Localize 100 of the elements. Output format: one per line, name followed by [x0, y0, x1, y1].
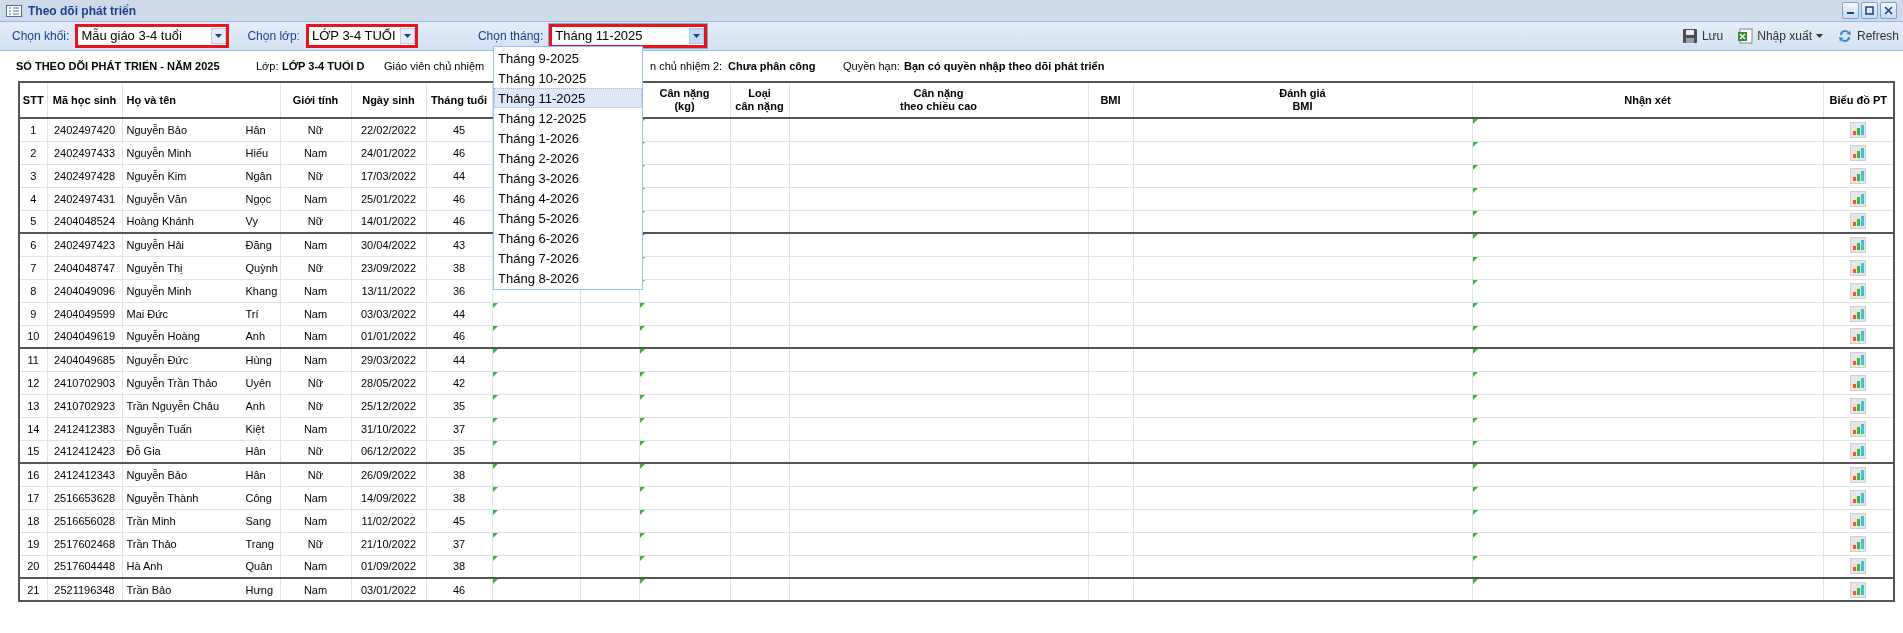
- table-cell: Nữ: [280, 118, 351, 141]
- table-cell: 2402497428: [47, 164, 122, 187]
- given-name-text: Hân: [245, 122, 266, 137]
- family-name-text: Nguyễn Minh: [126, 146, 192, 159]
- chart-button[interactable]: [1850, 512, 1867, 529]
- chart-button[interactable]: [1850, 236, 1867, 253]
- table-cell: 46: [426, 578, 492, 601]
- maximize-button[interactable]: [1861, 2, 1878, 19]
- chart-button[interactable]: [1850, 213, 1867, 230]
- dropdown-option[interactable]: Tháng 3-2026: [494, 168, 642, 188]
- table-cell: Nữ: [280, 532, 351, 555]
- refresh-button[interactable]: Refresh: [1836, 27, 1899, 45]
- table-cell: 38: [426, 486, 492, 509]
- chart-button[interactable]: [1850, 374, 1867, 391]
- header-cell: Loại cân nặng: [730, 82, 789, 118]
- dropdown-option[interactable]: Tháng 9-2025: [494, 48, 642, 68]
- chart-button[interactable]: [1850, 397, 1867, 414]
- refresh-icon: [1836, 28, 1853, 44]
- table-cell: Nam: [280, 279, 351, 302]
- save-button[interactable]: Lưu: [1681, 27, 1724, 45]
- spreadsheet-icon: [1737, 28, 1754, 44]
- given-name-text: Vy: [245, 214, 258, 229]
- corner-marker: [639, 486, 645, 492]
- chart-button[interactable]: [1850, 167, 1867, 184]
- table-cell: 38: [426, 463, 492, 486]
- chart-button[interactable]: [1850, 489, 1867, 506]
- dropdown-option[interactable]: Tháng 1-2026: [494, 128, 642, 148]
- corner-marker: [1472, 210, 1478, 216]
- family-name-text: Nguyễn Minh: [126, 284, 192, 297]
- close-button[interactable]: [1880, 2, 1897, 19]
- table-cell: Nam: [280, 509, 351, 532]
- dropdown-option[interactable]: Tháng 2-2026: [494, 148, 642, 168]
- bar-chart-icon: [1852, 147, 1864, 158]
- chart-button[interactable]: [1850, 190, 1867, 207]
- chart-button[interactable]: [1850, 328, 1867, 345]
- select-field[interactable]: Mẫu giáo 3-4 tuổi: [75, 24, 230, 48]
- table-cell: 37: [426, 417, 492, 440]
- table-cell: 17/03/2022: [351, 164, 426, 187]
- chart-button[interactable]: [1850, 144, 1867, 161]
- window-icon: [6, 4, 22, 17]
- table-cell: 35: [426, 394, 492, 417]
- given-name-text: Trí: [245, 306, 259, 321]
- table-cell: 46: [426, 141, 492, 164]
- family-name-text: Nguyễn Thành: [126, 491, 199, 504]
- corner-marker: [1472, 532, 1478, 538]
- given-name-text: Đăng: [245, 237, 272, 252]
- chart-button[interactable]: [1850, 351, 1867, 368]
- chart-button[interactable]: [1850, 121, 1867, 138]
- dropdown-option[interactable]: Tháng 8-2026: [494, 268, 642, 288]
- corner-marker: [1472, 119, 1478, 124]
- dropdown-option[interactable]: Tháng 10-2025: [494, 68, 642, 88]
- table-cell: Nam: [280, 325, 351, 348]
- chart-button[interactable]: [1850, 305, 1867, 322]
- import-export-button[interactable]: Nhập xuất: [1737, 27, 1823, 45]
- table-cell: 9: [19, 302, 47, 325]
- header-cell: Đánh giá BMI: [1133, 82, 1472, 118]
- family-name-text: Nguyễn Trần Thảo: [126, 376, 218, 389]
- bar-chart-icon: [1852, 285, 1864, 296]
- table-cell: 2516656028: [47, 509, 122, 532]
- corner-marker: [492, 349, 498, 354]
- corner-marker: [1472, 349, 1478, 354]
- table-cell: 2402497420: [47, 118, 122, 141]
- dropdown-option[interactable]: Tháng 4-2026: [494, 188, 642, 208]
- dropdown-option[interactable]: Tháng 6-2026: [494, 228, 642, 248]
- table-cell: 25/12/2022: [351, 394, 426, 417]
- family-name-text: Nguyễn Hải: [126, 238, 184, 251]
- table-cell: 16: [19, 463, 47, 486]
- corner-marker: [492, 371, 498, 377]
- chart-button[interactable]: [1850, 443, 1867, 460]
- table-cell: 46: [426, 210, 492, 233]
- dropdown-option[interactable]: Tháng 12-2025: [494, 108, 642, 128]
- chart-button[interactable]: [1850, 466, 1867, 483]
- given-name-text: Hưng: [245, 582, 274, 597]
- corner-marker: [492, 509, 498, 515]
- chart-button[interactable]: [1850, 558, 1867, 575]
- bar-chart-icon: [1852, 262, 1864, 273]
- bar-chart-icon: [1852, 446, 1864, 457]
- chart-button[interactable]: [1850, 420, 1867, 437]
- select-field[interactable]: LỚP 3-4 TUỔI: [305, 24, 418, 48]
- header-cell: STT: [19, 82, 47, 118]
- chart-button[interactable]: [1850, 282, 1867, 299]
- chart-button[interactable]: [1850, 581, 1867, 598]
- table-cell: 20: [19, 555, 47, 578]
- table-cell: 28/05/2022: [351, 371, 426, 394]
- bar-chart-icon: [1852, 193, 1864, 204]
- minimize-button[interactable]: [1842, 2, 1859, 19]
- chart-button[interactable]: [1850, 259, 1867, 276]
- corner-marker: [639, 579, 645, 584]
- dropdown-option[interactable]: Tháng 11-2025: [494, 88, 642, 108]
- table-cell: Nữ: [280, 371, 351, 394]
- corner-marker: [1472, 417, 1478, 423]
- corner-marker: [1472, 440, 1478, 446]
- select-field[interactable]: Tháng 11-2025: [549, 24, 708, 48]
- table-cell: 14/01/2022: [351, 210, 426, 233]
- caret-icon: [211, 28, 227, 44]
- chart-button[interactable]: [1850, 535, 1867, 552]
- table-cell: 25/01/2022: [351, 187, 426, 210]
- dropdown-option[interactable]: Tháng 7-2026: [494, 248, 642, 268]
- dropdown-option[interactable]: Tháng 5-2026: [494, 208, 642, 228]
- caret-icon: [399, 28, 415, 44]
